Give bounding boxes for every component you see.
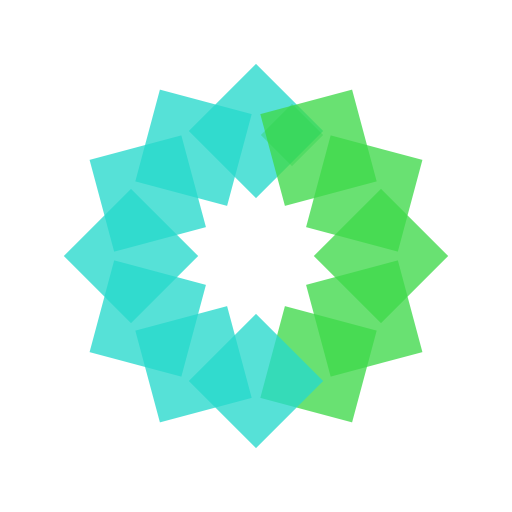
rotating-squares-logo xyxy=(63,63,449,449)
logo-canvas xyxy=(0,0,512,512)
